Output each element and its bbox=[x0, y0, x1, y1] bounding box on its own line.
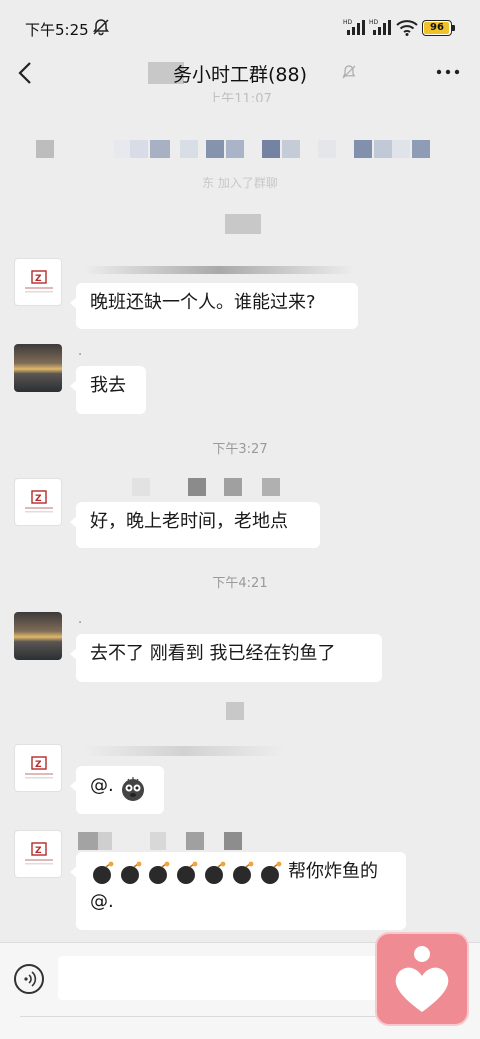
time-divider: 下午4:21 bbox=[212, 576, 268, 591]
sender-name: . bbox=[78, 612, 83, 627]
heart-icon bbox=[395, 946, 449, 1012]
avatar-company[interactable]: Z bbox=[14, 744, 62, 792]
sender-name: . bbox=[78, 344, 83, 359]
bomb-icon bbox=[121, 861, 142, 884]
svg-text:Z: Z bbox=[35, 494, 42, 504]
company-logo-icon: Z bbox=[25, 842, 53, 865]
bomb-icon bbox=[205, 861, 226, 884]
dizzy-face-emoji-icon bbox=[122, 777, 144, 801]
message-text: @. bbox=[90, 775, 114, 796]
more-icon[interactable] bbox=[436, 66, 460, 78]
bomb-icon bbox=[93, 861, 114, 884]
company-logo-icon: Z bbox=[25, 270, 53, 293]
message-text-line: @. bbox=[90, 891, 114, 912]
wifi-icon bbox=[396, 20, 418, 36]
avatar-company[interactable]: Z bbox=[14, 258, 62, 306]
avatar-company[interactable]: Z bbox=[14, 478, 62, 526]
message-text: 晚班还缺一个人。谁能过来? bbox=[90, 292, 316, 313]
blurred-system-notice bbox=[36, 140, 446, 160]
signal-icon-1: HD bbox=[343, 19, 365, 35]
status-bar: 下午5:25 HD HD 96 bbox=[0, 0, 480, 56]
bomb-icon bbox=[177, 861, 198, 884]
redacted-time-chip bbox=[226, 702, 244, 720]
sender-name-blur bbox=[78, 832, 278, 850]
time-divider: 下午3:27 bbox=[212, 442, 268, 457]
svg-text:HD: HD bbox=[369, 19, 379, 26]
system-time-partial: 上午11:07 bbox=[208, 92, 272, 102]
signal-icon-2: HD bbox=[369, 19, 391, 35]
system-join-notice: 东 加入了群聊 bbox=[202, 176, 278, 190]
svg-text:Z: Z bbox=[35, 760, 42, 770]
voice-icon bbox=[24, 971, 37, 987]
bomb-icon bbox=[233, 861, 254, 884]
message-input[interactable] bbox=[58, 956, 388, 1000]
sender-name-blur bbox=[84, 746, 284, 756]
redacted-time-chip bbox=[225, 214, 261, 234]
message-bubble[interactable]: 好，晚上老时间，老地点 bbox=[70, 502, 320, 548]
avatar-company[interactable]: Z bbox=[14, 830, 62, 878]
bomb-icon bbox=[261, 861, 282, 884]
voice-button[interactable] bbox=[14, 964, 44, 994]
page-title: 务小时工群(88) bbox=[172, 64, 307, 86]
message-text: 我去 bbox=[90, 375, 126, 396]
bomb-row: 帮你炸鱼的 bbox=[90, 857, 392, 887]
message-text: 帮你炸鱼的 bbox=[288, 861, 378, 882]
message-bubble[interactable]: 晚班还缺一个人。谁能过来? bbox=[70, 283, 358, 329]
bomb-icon bbox=[149, 861, 170, 884]
avatar-sunset[interactable] bbox=[14, 344, 62, 392]
bomb-emoji-row bbox=[93, 861, 282, 884]
avatar-sunset[interactable] bbox=[14, 612, 62, 660]
status-time: 下午5:25 bbox=[25, 21, 89, 39]
message-bubble[interactable]: 去不了 刚看到 我已经在钓鱼了 bbox=[70, 634, 382, 682]
mute-bell-icon bbox=[342, 65, 356, 79]
svg-text:Z: Z bbox=[35, 274, 42, 284]
bell-off-icon bbox=[93, 19, 109, 36]
company-logo-icon: Z bbox=[25, 756, 53, 779]
svg-text:Z: Z bbox=[35, 846, 42, 856]
message-bubble[interactable]: 我去 bbox=[70, 366, 146, 414]
battery-indicator: 96 bbox=[422, 20, 455, 36]
message-bubble[interactable]: @. bbox=[70, 766, 164, 814]
floating-heart-button[interactable] bbox=[375, 932, 469, 1026]
message-text: 去不了 刚看到 我已经在钓鱼了 bbox=[90, 643, 336, 664]
sender-name-blur bbox=[84, 478, 284, 496]
battery-level: 96 bbox=[430, 22, 444, 33]
message-bubble[interactable]: 帮你炸鱼的 @. bbox=[70, 852, 406, 930]
message-text: 好，晚上老时间，老地点 bbox=[90, 511, 288, 532]
sender-name-blur bbox=[84, 266, 354, 274]
svg-text:HD: HD bbox=[343, 19, 353, 26]
company-logo-icon: Z bbox=[25, 490, 53, 513]
